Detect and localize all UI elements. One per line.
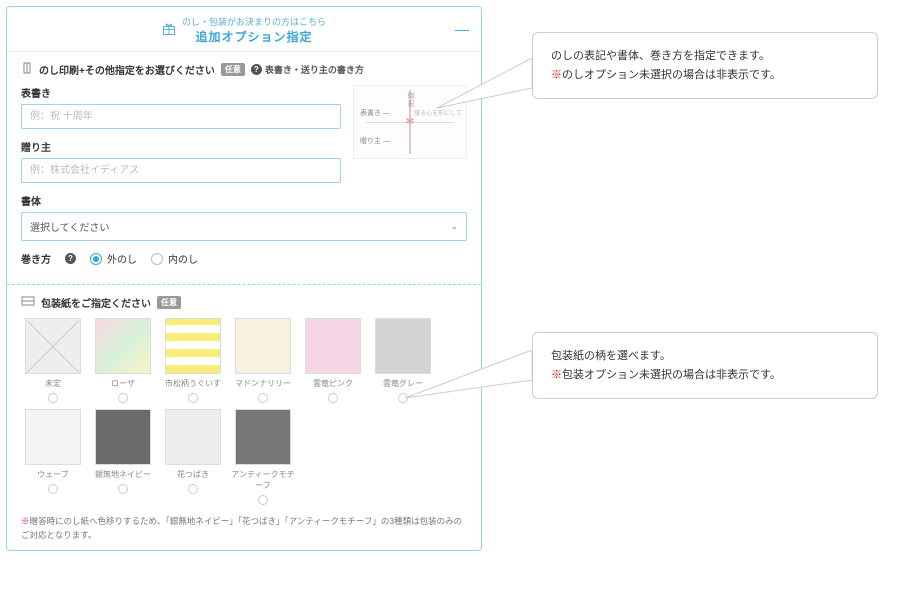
swatch-label: マドンナリリー (231, 378, 295, 389)
gift-icon (162, 22, 176, 39)
preview-tag1: 表書き ― (360, 108, 390, 118)
swatch-navy[interactable]: 銀無地ネイビー (91, 409, 155, 505)
swatch-label: 市松柄うぐいす (161, 378, 225, 389)
swatch-ichimatsu[interactable]: 市松柄うぐいす (161, 318, 225, 403)
makikata-row: 巻き方 ? 外のし 内のし (21, 251, 467, 266)
note-text: 贈答時にのし紙へ色移りするため、「銀無地ネイビー」「花つばき」「アンティークモチ… (21, 516, 462, 540)
callout-noshi: のしの表記や書体、巻き方を指定できます。 ※のしオプション未選択の場合は非表示で… (532, 32, 878, 99)
radio-dot-icon (151, 253, 163, 265)
swatch-thumb (25, 409, 81, 465)
callout-wrap: 包装紙の柄を選べます。 ※包装オプション未選択の場合は非表示です。 (532, 332, 878, 399)
radio-dot-icon (258, 393, 268, 403)
radio-dot-icon (398, 393, 408, 403)
swatch-thumb (95, 409, 151, 465)
okurinushi-input[interactable] (21, 158, 341, 183)
swatch-thumb (165, 409, 221, 465)
omotegaki-label: 表書き (21, 85, 341, 100)
collapse-button[interactable]: — (455, 21, 469, 37)
radio-dot-icon (258, 495, 268, 505)
swatch-madonna[interactable]: マドンナリリー (231, 318, 295, 403)
omotegaki-input[interactable] (21, 104, 341, 129)
noshi-help-text: 表書き・送り主の書き方 (265, 63, 364, 76)
shotai-select[interactable]: 選択してください ⌄ (21, 212, 467, 241)
swatch-label: ウェーブ (21, 469, 85, 480)
radio-dot-icon (188, 484, 198, 494)
radio-inner[interactable]: 内のし (151, 251, 198, 266)
noshi-heading: のし印刷+その他指定をお選びください (39, 62, 215, 77)
swatch-label: ローザ (91, 378, 155, 389)
radio-dot-icon (48, 393, 58, 403)
note-mark: ※ (21, 516, 30, 526)
callout-subtext: ※のしオプション未選択の場合は非表示です。 (551, 66, 859, 85)
bow-icon: ✻ (406, 117, 414, 128)
wrap-badge: 任意 (157, 296, 181, 309)
wrap-heading: 包装紙をご指定ください (41, 295, 151, 310)
header-title: 追加オプション指定 (182, 28, 326, 45)
swatch-none[interactable]: 未定 (21, 318, 85, 403)
swatch-thumb (95, 318, 151, 374)
callout-text: のしの表記や書体、巻き方を指定できます。 (551, 47, 859, 66)
swatch-thumb (25, 318, 81, 374)
swatch-tsubaki[interactable]: 花つばき (161, 409, 225, 505)
chevron-down-icon: ⌄ (450, 221, 458, 232)
radio-dot-icon (118, 484, 128, 494)
radio-dot-icon (90, 253, 102, 265)
swatch-thumb (165, 318, 221, 374)
swatch-label: 花つばき (161, 469, 225, 480)
preview-subtext: 贈る心を形にして (414, 108, 462, 117)
shotai-value: 選択してください (30, 219, 109, 234)
swatch-label: アンティークモチーフ (231, 469, 295, 491)
help-icon: ? (251, 64, 262, 75)
wrap-heading-row: 包装紙をご指定ください 任意 (21, 295, 467, 310)
swatch-unryu-pink[interactable]: 雲竜ピンク (301, 318, 365, 403)
option-panel: のし・包装がお決まりの方はこちら 追加オプション指定 — のし印刷+その他指定を… (6, 6, 482, 551)
okurinushi-label: 贈り主 (21, 139, 341, 154)
panel-header: のし・包装がお決まりの方はこちら 追加オプション指定 — (7, 7, 481, 52)
swatch-thumb (235, 318, 291, 374)
swatch-grid: 未定 ローザ 市松柄うぐいす マドンナリリー 雲竜ピンク (21, 318, 467, 505)
noshi-heading-row: のし印刷+その他指定をお選びください 任意 ? 表書き・送り主の書き方 (21, 62, 467, 77)
swatch-thumb (305, 318, 361, 374)
help-icon[interactable]: ? (65, 253, 76, 264)
noshi-badge: 任意 (221, 63, 245, 76)
radio-dot-icon (118, 393, 128, 403)
noshi-icon (21, 62, 33, 77)
radio-outer[interactable]: 外のし (90, 251, 137, 266)
swatch-rosa[interactable]: ローザ (91, 318, 155, 403)
swatch-label: 未定 (21, 378, 85, 389)
radio-dot-icon (328, 393, 338, 403)
header-sup: のし・包装がお決まりの方はこちら (182, 15, 326, 28)
callout-text: 包装紙の柄を選べます。 (551, 347, 859, 366)
swatch-wave[interactable]: ウェーブ (21, 409, 85, 505)
noshi-help-link[interactable]: ? 表書き・送り主の書き方 (251, 63, 364, 76)
opt-outer-label: 外のし (107, 251, 137, 266)
radio-dot-icon (48, 484, 58, 494)
swatch-label: 雲竜ピンク (301, 378, 365, 389)
callout-mark: ※ (551, 369, 562, 381)
wrap-icon (21, 296, 35, 309)
swatch-label: 雲竜グレー (371, 378, 435, 389)
makikata-label: 巻き方 (21, 251, 51, 266)
preview-tag2: 贈り主 ― (360, 136, 390, 146)
opt-inner-label: 内のし (168, 251, 198, 266)
wrap-section: 包装紙をご指定ください 任意 未定 ローザ 市松柄うぐいす マドンナリリー (7, 285, 481, 550)
callout-subtext: ※包装オプション未選択の場合は非表示です。 (551, 366, 859, 385)
callout-mark: ※ (551, 69, 562, 81)
swatch-thumb (375, 318, 431, 374)
wrap-note: ※贈答時にのし紙へ色移りするため、「銀無地ネイビー」「花つばき」「アンティークモ… (21, 515, 467, 542)
noshi-preview: 御祝 ✻ 表書き ― 贈る心を形にして 贈り主 ― (353, 85, 467, 159)
swatch-label: 銀無地ネイビー (91, 469, 155, 480)
swatch-antique[interactable]: アンティークモチーフ (231, 409, 295, 505)
swatch-thumb (235, 409, 291, 465)
radio-dot-icon (188, 393, 198, 403)
shotai-label: 書体 (21, 193, 467, 208)
noshi-section: のし印刷+その他指定をお選びください 任意 ? 表書き・送り主の書き方 表書き … (7, 52, 481, 274)
swatch-unryu-grey[interactable]: 雲竜グレー (371, 318, 435, 403)
